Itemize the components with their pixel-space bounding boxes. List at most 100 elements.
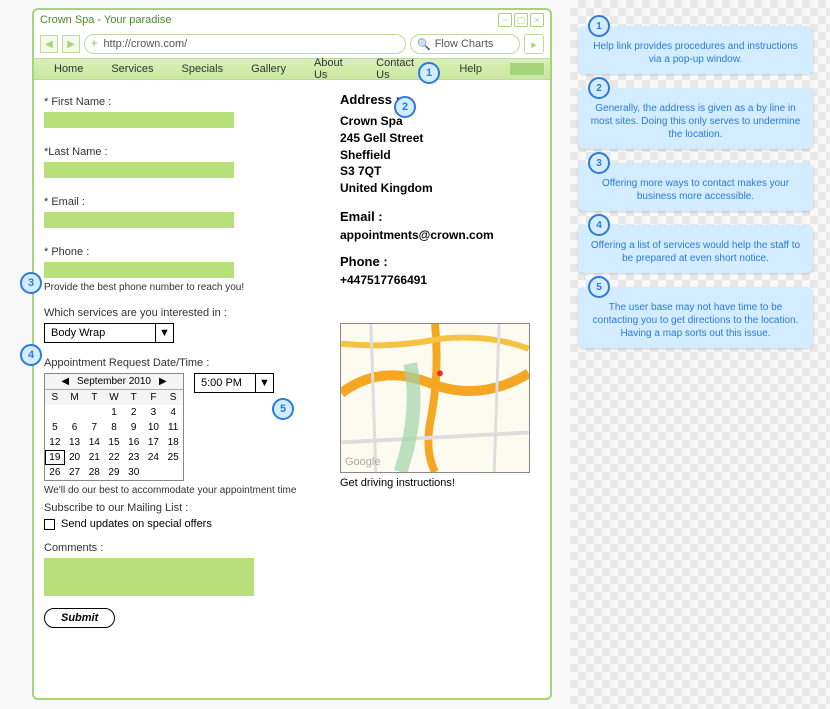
callouts-panel: 1 Help link provides procedures and inst… <box>578 26 813 362</box>
last-name-input[interactable] <box>44 162 234 178</box>
callout-2: 2 Generally, the address is given as a b… <box>578 88 813 149</box>
nav-home[interactable]: Home <box>40 63 97 75</box>
window-controls: − ▢ × <box>498 13 544 27</box>
callout-text: Help link provides procedures and instru… <box>588 40 803 66</box>
cal-day <box>45 405 65 420</box>
cal-day[interactable]: 30 <box>124 465 144 480</box>
cal-day-header: S <box>163 390 183 405</box>
forward-button[interactable]: ▶ <box>62 35 80 53</box>
chevron-down-icon: ▼ <box>155 324 173 342</box>
cal-day[interactable]: 9 <box>124 420 144 435</box>
cal-day-header: W <box>104 390 124 405</box>
browser-window: Crown Spa - Your paradise − ▢ × ◀ ▶ + ht… <box>32 8 552 700</box>
nav-help[interactable]: Help <box>445 63 496 75</box>
cal-day[interactable]: 4 <box>163 405 183 420</box>
callout-text: Generally, the address is given as a by … <box>588 102 803 141</box>
submit-button[interactable]: Submit <box>44 608 115 628</box>
cal-day[interactable]: 12 <box>45 435 65 450</box>
email-input[interactable] <box>44 212 234 228</box>
cal-day-header: T <box>84 390 104 405</box>
phone-label: * Phone : <box>44 246 328 258</box>
time-select[interactable]: 5:00 PM ▼ <box>194 373 274 393</box>
maximize-icon[interactable]: ▢ <box>514 13 528 27</box>
cal-day-header: M <box>65 390 85 405</box>
first-name-label: * First Name : <box>44 96 328 108</box>
titlebar: Crown Spa - Your paradise − ▢ × <box>34 10 550 30</box>
addr-line: Crown Spa <box>340 113 540 130</box>
cal-day[interactable]: 23 <box>124 450 144 465</box>
cal-day[interactable]: 29 <box>104 465 124 480</box>
contact-email-label: Email : <box>340 209 540 224</box>
callout-3: 3 Offering more ways to contact makes yo… <box>578 163 813 211</box>
nav-gallery[interactable]: Gallery <box>237 63 300 75</box>
cal-day-header: T <box>124 390 144 405</box>
appt-label: Appointment Request Date/Time : <box>44 357 328 369</box>
cal-day[interactable]: 8 <box>104 420 124 435</box>
cal-day <box>84 405 104 420</box>
bookmark-button[interactable]: ▸ <box>524 34 544 54</box>
cal-day[interactable]: 10 <box>144 420 164 435</box>
nav-about[interactable]: About Us <box>300 57 362 81</box>
cal-day[interactable]: 28 <box>84 465 104 480</box>
cal-day[interactable]: 20 <box>65 450 85 465</box>
cal-day[interactable]: 15 <box>104 435 124 450</box>
cal-day <box>144 465 164 480</box>
cal-day[interactable]: 17 <box>144 435 164 450</box>
annotation-marker-3: 3 <box>20 272 42 294</box>
annotation-marker-5: 5 <box>272 398 294 420</box>
url-bar[interactable]: + http://crown.com/ <box>84 34 406 54</box>
nav-specials[interactable]: Specials <box>168 63 238 75</box>
first-name-input[interactable] <box>44 112 234 128</box>
cal-day[interactable]: 21 <box>84 450 104 465</box>
cal-day[interactable]: 11 <box>163 420 183 435</box>
cal-day[interactable]: 7 <box>84 420 104 435</box>
cal-day[interactable]: 18 <box>163 435 183 450</box>
callout-5: 5 The user base may not have time to be … <box>578 287 813 348</box>
cal-day[interactable]: 14 <box>84 435 104 450</box>
map[interactable]: Google <box>340 323 530 473</box>
contact-email-value: appointments@crown.com <box>340 228 540 242</box>
minimize-icon[interactable]: − <box>498 13 512 27</box>
callout-text: Offering more ways to contact makes your… <box>588 177 803 203</box>
cal-day[interactable]: 3 <box>144 405 164 420</box>
cal-day[interactable]: 25 <box>163 450 183 465</box>
cal-day[interactable]: 2 <box>124 405 144 420</box>
nav-highlight-bar <box>510 63 544 75</box>
addr-line: United Kingdom <box>340 180 540 197</box>
phone-hint: Provide the best phone number to reach y… <box>44 282 328 293</box>
cal-day[interactable]: 1 <box>104 405 124 420</box>
addr-line: Sheffield <box>340 147 540 164</box>
cal-day[interactable]: 5 <box>45 420 65 435</box>
url-text: http://crown.com/ <box>103 38 187 50</box>
comments-input[interactable] <box>44 558 254 596</box>
callout-text: Offering a list of services would help t… <box>588 239 803 265</box>
back-button[interactable]: ◀ <box>40 35 58 53</box>
cal-prev-icon[interactable]: ◀ <box>57 376 73 387</box>
map-caption[interactable]: Get driving instructions! <box>340 477 540 489</box>
cal-day[interactable]: 6 <box>65 420 85 435</box>
cal-day[interactable]: 22 <box>104 450 124 465</box>
search-box[interactable]: 🔍 Flow Charts <box>410 34 520 54</box>
address-block: Crown Spa 245 Gell Street Sheffield S3 7… <box>340 113 540 197</box>
cal-day[interactable]: 26 <box>45 465 65 480</box>
cal-day <box>163 465 183 480</box>
cal-day[interactable]: 13 <box>65 435 85 450</box>
search-placeholder: Flow Charts <box>435 38 494 50</box>
cal-day[interactable]: 27 <box>65 465 85 480</box>
cal-day[interactable]: 19 <box>45 450 65 465</box>
nav-services[interactable]: Services <box>97 63 167 75</box>
calendar[interactable]: ◀ September 2010 ▶ SMTWTFS12345678910111… <box>44 373 184 481</box>
add-tab-icon[interactable]: + <box>91 38 97 50</box>
cal-day[interactable]: 24 <box>144 450 164 465</box>
cal-day[interactable]: 16 <box>124 435 144 450</box>
cal-month-label: September 2010 <box>77 376 151 387</box>
cal-next-icon[interactable]: ▶ <box>155 376 171 387</box>
mailing-checkbox[interactable] <box>44 519 55 530</box>
chevron-down-icon: ▼ <box>255 374 273 392</box>
close-icon[interactable]: × <box>530 13 544 27</box>
phone-input[interactable] <box>44 262 234 278</box>
main-nav: Home Services Specials Gallery About Us … <box>34 58 550 80</box>
contact-phone-label: Phone : <box>340 254 540 269</box>
services-select[interactable]: Body Wrap ▼ <box>44 323 174 343</box>
cal-day <box>65 405 85 420</box>
